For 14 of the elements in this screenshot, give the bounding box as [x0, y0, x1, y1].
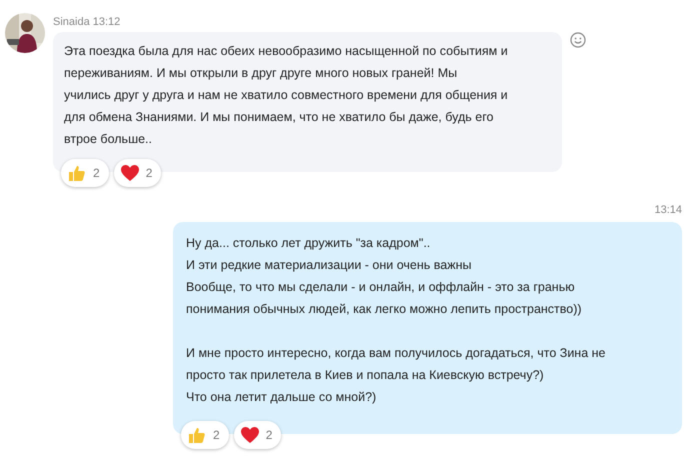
heart-icon [120, 164, 140, 182]
message-text: Эта поездка была для нас обеих невообразимо насыщенной по событиям и переживаниям. И мы открыли в друг друге много новых граней! Мы учились друг у друга и нам не хватило совместного времени для общения и для обмена Знаниями. И мы понимаем, что не хватило бы даже, будь его втрое больше.. [64, 43, 509, 148]
reaction-button[interactable]: 2 [61, 159, 109, 187]
reaction-button[interactable]: 2 [234, 421, 282, 449]
heart-icon [240, 426, 260, 444]
thumbs-up-icon [187, 425, 207, 445]
thumbs-up-icon [67, 163, 87, 183]
message-time: 13:14 [654, 203, 682, 217]
smiley-icon [570, 32, 586, 48]
reaction-button[interactable]: 2 [114, 159, 162, 187]
message-text: Ну да... столько лет дружить "за кадром".. И эти редкие материализации - они очень важны Вообще, то что мы сделали - и онлайн, и оффлайн - это за гранью понимания обычных людей, как легко можно лепить пространство)) [186, 235, 583, 318]
sender-time: Sinaida 13:12 [53, 15, 122, 29]
message-text: И мне просто интересно, когда вам получилось догадаться, что Зина не просто так прилетела в Киев и попала на Киевскую встречу?) Что она летит дальше со мной?) [186, 345, 606, 406]
reaction-button[interactable]: 2 [181, 421, 229, 449]
